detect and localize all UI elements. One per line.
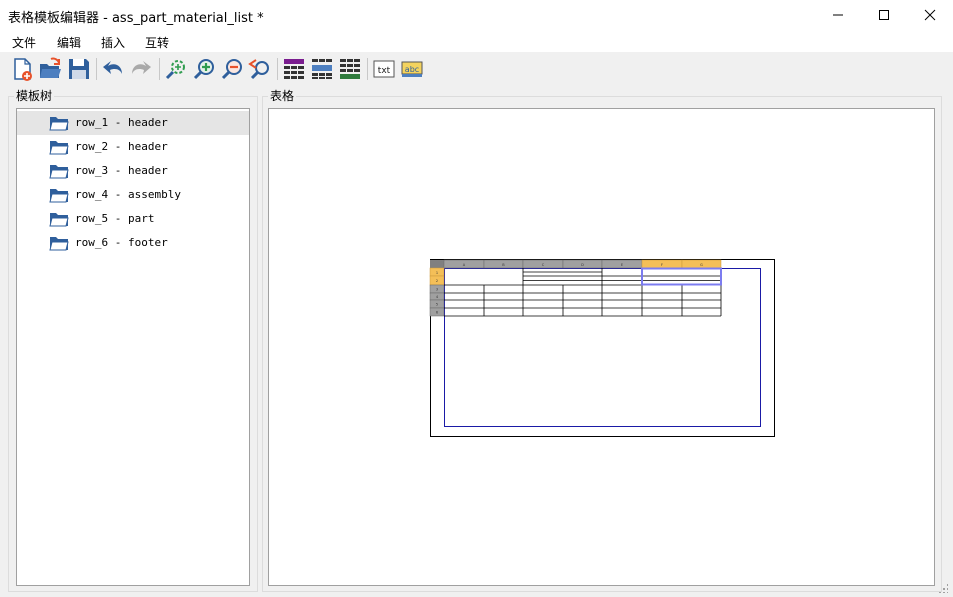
corner-cell — [430, 260, 444, 268]
column-label: F — [661, 263, 663, 267]
column-label: G — [700, 263, 703, 267]
folder-icon — [49, 165, 69, 179]
row-label: 5 — [436, 303, 438, 307]
text-abc-icon: abc — [401, 61, 423, 77]
zoom-fit-button[interactable] — [164, 56, 190, 82]
menu-edit[interactable]: 编辑 — [57, 34, 81, 51]
minimize-button[interactable] — [815, 0, 861, 30]
new-file-icon — [14, 58, 32, 81]
toolbar-separator — [367, 58, 368, 80]
toolbar-separator — [96, 58, 97, 80]
menu-insert[interactable]: 插入 — [101, 34, 125, 51]
row-label: 1 — [436, 271, 438, 275]
folder-icon — [49, 213, 69, 227]
tree-item-label: row_6 - footer — [75, 236, 168, 249]
insert-row-icon — [312, 59, 332, 79]
folder-icon — [49, 141, 69, 155]
save-icon — [69, 59, 89, 79]
resize-grip-icon[interactable] — [938, 583, 948, 593]
undo-icon — [103, 61, 122, 74]
template-tree[interactable]: row_1 - header row_2 - header row_3 - he… — [16, 108, 250, 586]
tree-item-row-4[interactable]: row_4 - assembly — [17, 183, 249, 207]
text-abc-button[interactable]: abc — [399, 56, 425, 82]
column-headers: A B C D E F G — [430, 259, 722, 269]
title-bar: 表格模板编辑器 - ass_part_material_list * — [0, 0, 953, 30]
open-button[interactable] — [37, 56, 63, 82]
zoom-fit-icon — [165, 60, 185, 80]
undo-button[interactable] — [100, 56, 126, 82]
table-canvas[interactable]: A B C D E F G 1 2 3 4 5 6 — [268, 108, 935, 586]
tree-item-row-5[interactable]: row_5 - part — [17, 207, 249, 231]
tree-item-row-3[interactable]: row_3 - header — [17, 159, 249, 183]
tree-item-label: row_4 - assembly — [75, 188, 181, 201]
minimize-icon — [833, 14, 843, 16]
row-headers: 1 2 3 4 5 6 — [429, 267, 445, 317]
text-txt-icon: txt — [373, 60, 395, 78]
new-file-button[interactable] — [9, 56, 35, 82]
template-tree-title: 模板树 — [14, 87, 55, 104]
insert-footer-row-icon — [340, 59, 360, 79]
row-label: 6 — [436, 311, 438, 315]
zoom-in-button[interactable] — [192, 56, 218, 82]
maximize-icon — [879, 10, 889, 20]
tree-item-label: row_2 - header — [75, 140, 168, 153]
close-button[interactable] — [907, 0, 953, 30]
redo-icon — [132, 61, 151, 74]
zoom-reset-icon — [248, 59, 269, 80]
table-group-title: 表格 — [268, 87, 297, 104]
tree-item-label: row_1 - header — [75, 116, 168, 129]
insert-header-row-button[interactable] — [281, 56, 307, 82]
menu-convert[interactable]: 互转 — [145, 34, 169, 51]
column-label: E — [621, 263, 623, 267]
insert-header-row-icon — [284, 59, 304, 79]
column-label: D — [581, 263, 584, 267]
menu-bar: 文件 编辑 插入 互转 — [0, 30, 953, 52]
menu-file[interactable]: 文件 — [12, 34, 36, 51]
toolbar-separator — [277, 58, 278, 80]
redo-button[interactable] — [128, 56, 154, 82]
tree-item-label: row_5 - part — [75, 212, 155, 225]
close-icon — [924, 9, 936, 21]
table-preview[interactable]: A B C D E F G 1 2 3 4 5 6 — [269, 109, 934, 585]
maximize-button[interactable] — [861, 0, 907, 30]
zoom-in-icon — [193, 59, 214, 80]
open-folder-icon — [40, 57, 61, 78]
toolbar: txt abc — [0, 52, 953, 86]
page-outline — [430, 259, 775, 437]
save-button[interactable] — [66, 56, 92, 82]
tree-item-row-1[interactable]: row_1 - header — [17, 111, 249, 135]
tree-item-label: row_3 - header — [75, 164, 168, 177]
folder-icon — [49, 237, 69, 251]
svg-text:txt: txt — [378, 66, 391, 76]
tree-item-row-2[interactable]: row_2 - header — [17, 135, 249, 159]
row-label: 3 — [436, 288, 438, 292]
insert-footer-row-button[interactable] — [337, 56, 363, 82]
zoom-reset-button[interactable] — [247, 56, 273, 82]
row-label: 2 — [436, 279, 438, 283]
window-title: 表格模板编辑器 - ass_part_material_list * — [8, 11, 264, 26]
folder-icon — [49, 189, 69, 203]
toolbar-separator — [159, 58, 160, 80]
folder-icon — [49, 117, 69, 131]
svg-text:abc: abc — [405, 65, 419, 74]
insert-row-button[interactable] — [309, 56, 335, 82]
text-txt-button[interactable]: txt — [371, 56, 397, 82]
zoom-out-button[interactable] — [220, 56, 246, 82]
zoom-out-icon — [221, 59, 242, 80]
tree-item-row-6[interactable]: row_6 - footer — [17, 231, 249, 255]
